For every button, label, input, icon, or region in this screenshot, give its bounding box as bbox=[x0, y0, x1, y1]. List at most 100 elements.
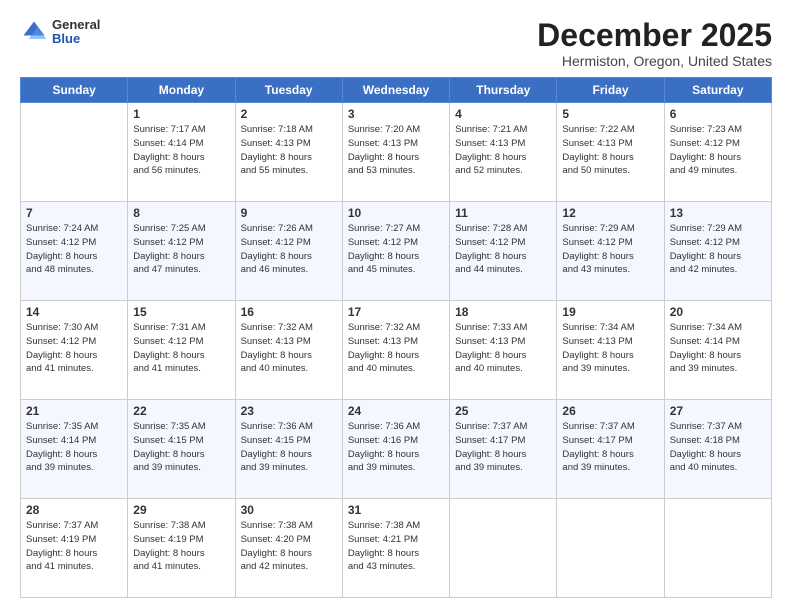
day-number: 7 bbox=[26, 206, 122, 220]
day-number: 18 bbox=[455, 305, 551, 319]
calendar-day-cell: 23 Sunrise: 7:36 AM Sunset: 4:15 PM Dayli… bbox=[235, 400, 342, 499]
calendar-header-row: SundayMondayTuesdayWednesdayThursdayFrid… bbox=[21, 78, 772, 103]
day-info: Sunrise: 7:35 AM Sunset: 4:14 PM Dayligh… bbox=[26, 420, 122, 475]
day-info: Sunrise: 7:20 AM Sunset: 4:13 PM Dayligh… bbox=[348, 123, 444, 178]
calendar-week-row: 14 Sunrise: 7:30 AM Sunset: 4:12 PM Dayli… bbox=[21, 301, 772, 400]
day-of-week-header: Friday bbox=[557, 78, 664, 103]
day-number: 5 bbox=[562, 107, 658, 121]
calendar-week-row: 21 Sunrise: 7:35 AM Sunset: 4:14 PM Dayli… bbox=[21, 400, 772, 499]
day-info: Sunrise: 7:34 AM Sunset: 4:14 PM Dayligh… bbox=[670, 321, 766, 376]
day-number: 4 bbox=[455, 107, 551, 121]
day-info: Sunrise: 7:37 AM Sunset: 4:17 PM Dayligh… bbox=[455, 420, 551, 475]
day-of-week-header: Thursday bbox=[450, 78, 557, 103]
calendar-day-cell: 11Sunrise: 7:28 AM Sunset: 4:12 PM Dayli… bbox=[450, 202, 557, 301]
calendar-day-cell: 18 Sunrise: 7:33 AM Sunset: 4:13 PM Dayli… bbox=[450, 301, 557, 400]
calendar-day-cell bbox=[450, 499, 557, 598]
calendar-day-cell: 6Sunrise: 7:23 AM Sunset: 4:12 PM Daylig… bbox=[664, 103, 771, 202]
day-info: Sunrise: 7:32 AM Sunset: 4:13 PM Dayligh… bbox=[241, 321, 337, 376]
day-number: 19 bbox=[562, 305, 658, 319]
calendar-day-cell: 27 Sunrise: 7:37 AM Sunset: 4:18 PM Dayli… bbox=[664, 400, 771, 499]
logo-text: General Blue bbox=[52, 18, 100, 47]
day-info: Sunrise: 7:34 AM Sunset: 4:13 PM Dayligh… bbox=[562, 321, 658, 376]
calendar-day-cell: 22Sunrise: 7:35 AM Sunset: 4:15 PM Dayli… bbox=[128, 400, 235, 499]
calendar-table: SundayMondayTuesdayWednesdayThursdayFrid… bbox=[20, 77, 772, 598]
header: General Blue December 2025 Hermiston, Or… bbox=[20, 18, 772, 69]
location-title: Hermiston, Oregon, United States bbox=[537, 53, 772, 69]
day-info: Sunrise: 7:26 AM Sunset: 4:12 PM Dayligh… bbox=[241, 222, 337, 277]
day-info: Sunrise: 7:36 AM Sunset: 4:16 PM Dayligh… bbox=[348, 420, 444, 475]
day-info: Sunrise: 7:23 AM Sunset: 4:12 PM Dayligh… bbox=[670, 123, 766, 178]
calendar-day-cell: 4Sunrise: 7:21 AM Sunset: 4:13 PM Daylig… bbox=[450, 103, 557, 202]
calendar-day-cell: 21 Sunrise: 7:35 AM Sunset: 4:14 PM Dayli… bbox=[21, 400, 128, 499]
calendar-day-cell: 25 Sunrise: 7:37 AM Sunset: 4:17 PM Dayli… bbox=[450, 400, 557, 499]
day-number: 21 bbox=[26, 404, 122, 418]
day-info: Sunrise: 7:33 AM Sunset: 4:13 PM Dayligh… bbox=[455, 321, 551, 376]
day-number: 2 bbox=[241, 107, 337, 121]
calendar-day-cell: 3 Sunrise: 7:20 AM Sunset: 4:13 PM Daylig… bbox=[342, 103, 449, 202]
day-of-week-header: Saturday bbox=[664, 78, 771, 103]
calendar-day-cell: 16 Sunrise: 7:32 AM Sunset: 4:13 PM Dayli… bbox=[235, 301, 342, 400]
logo-blue: Blue bbox=[52, 32, 100, 46]
calendar-day-cell: 1 Sunrise: 7:17 AM Sunset: 4:14 PM Daylig… bbox=[128, 103, 235, 202]
day-number: 30 bbox=[241, 503, 337, 517]
day-info: Sunrise: 7:29 AM Sunset: 4:12 PM Dayligh… bbox=[670, 222, 766, 277]
day-of-week-header: Monday bbox=[128, 78, 235, 103]
day-info: Sunrise: 7:37 AM Sunset: 4:18 PM Dayligh… bbox=[670, 420, 766, 475]
day-info: Sunrise: 7:37 AM Sunset: 4:19 PM Dayligh… bbox=[26, 519, 122, 574]
calendar-week-row: 7 Sunrise: 7:24 AM Sunset: 4:12 PM Daylig… bbox=[21, 202, 772, 301]
day-number: 25 bbox=[455, 404, 551, 418]
day-info: Sunrise: 7:18 AM Sunset: 4:13 PM Dayligh… bbox=[241, 123, 337, 178]
calendar-day-cell: 2 Sunrise: 7:18 AM Sunset: 4:13 PM Daylig… bbox=[235, 103, 342, 202]
calendar-day-cell: 14 Sunrise: 7:30 AM Sunset: 4:12 PM Dayli… bbox=[21, 301, 128, 400]
day-number: 1 bbox=[133, 107, 229, 121]
day-of-week-header: Sunday bbox=[21, 78, 128, 103]
day-info: Sunrise: 7:32 AM Sunset: 4:13 PM Dayligh… bbox=[348, 321, 444, 376]
calendar-day-cell: 28 Sunrise: 7:37 AM Sunset: 4:19 PM Dayli… bbox=[21, 499, 128, 598]
calendar-day-cell bbox=[664, 499, 771, 598]
day-info: Sunrise: 7:36 AM Sunset: 4:15 PM Dayligh… bbox=[241, 420, 337, 475]
calendar-day-cell: 24 Sunrise: 7:36 AM Sunset: 4:16 PM Dayli… bbox=[342, 400, 449, 499]
day-info: Sunrise: 7:31 AM Sunset: 4:12 PM Dayligh… bbox=[133, 321, 229, 376]
day-number: 29 bbox=[133, 503, 229, 517]
day-number: 26 bbox=[562, 404, 658, 418]
calendar-day-cell: 5 Sunrise: 7:22 AM Sunset: 4:13 PM Daylig… bbox=[557, 103, 664, 202]
calendar-day-cell: 9 Sunrise: 7:26 AM Sunset: 4:12 PM Daylig… bbox=[235, 202, 342, 301]
day-info: Sunrise: 7:38 AM Sunset: 4:21 PM Dayligh… bbox=[348, 519, 444, 574]
day-info: Sunrise: 7:17 AM Sunset: 4:14 PM Dayligh… bbox=[133, 123, 229, 178]
day-info: Sunrise: 7:24 AM Sunset: 4:12 PM Dayligh… bbox=[26, 222, 122, 277]
calendar-day-cell: 20Sunrise: 7:34 AM Sunset: 4:14 PM Dayli… bbox=[664, 301, 771, 400]
calendar-day-cell: 13 Sunrise: 7:29 AM Sunset: 4:12 PM Dayli… bbox=[664, 202, 771, 301]
day-number: 9 bbox=[241, 206, 337, 220]
day-number: 13 bbox=[670, 206, 766, 220]
day-number: 23 bbox=[241, 404, 337, 418]
day-number: 15 bbox=[133, 305, 229, 319]
calendar-day-cell bbox=[557, 499, 664, 598]
page: General Blue December 2025 Hermiston, Or… bbox=[0, 0, 792, 612]
day-number: 10 bbox=[348, 206, 444, 220]
calendar-day-cell: 30 Sunrise: 7:38 AM Sunset: 4:20 PM Dayli… bbox=[235, 499, 342, 598]
calendar-week-row: 1 Sunrise: 7:17 AM Sunset: 4:14 PM Daylig… bbox=[21, 103, 772, 202]
day-number: 12 bbox=[562, 206, 658, 220]
calendar-day-cell: 29 Sunrise: 7:38 AM Sunset: 4:19 PM Dayli… bbox=[128, 499, 235, 598]
day-info: Sunrise: 7:38 AM Sunset: 4:19 PM Dayligh… bbox=[133, 519, 229, 574]
day-number: 27 bbox=[670, 404, 766, 418]
day-number: 3 bbox=[348, 107, 444, 121]
day-info: Sunrise: 7:30 AM Sunset: 4:12 PM Dayligh… bbox=[26, 321, 122, 376]
day-number: 28 bbox=[26, 503, 122, 517]
day-number: 14 bbox=[26, 305, 122, 319]
title-block: December 2025 Hermiston, Oregon, United … bbox=[537, 18, 772, 69]
day-info: Sunrise: 7:25 AM Sunset: 4:12 PM Dayligh… bbox=[133, 222, 229, 277]
day-of-week-header: Tuesday bbox=[235, 78, 342, 103]
calendar-day-cell: 8Sunrise: 7:25 AM Sunset: 4:12 PM Daylig… bbox=[128, 202, 235, 301]
day-number: 17 bbox=[348, 305, 444, 319]
calendar-day-cell: 19 Sunrise: 7:34 AM Sunset: 4:13 PM Dayli… bbox=[557, 301, 664, 400]
day-info: Sunrise: 7:38 AM Sunset: 4:20 PM Dayligh… bbox=[241, 519, 337, 574]
calendar-day-cell: 12 Sunrise: 7:29 AM Sunset: 4:12 PM Dayli… bbox=[557, 202, 664, 301]
day-info: Sunrise: 7:22 AM Sunset: 4:13 PM Dayligh… bbox=[562, 123, 658, 178]
day-number: 24 bbox=[348, 404, 444, 418]
day-number: 11 bbox=[455, 206, 551, 220]
day-number: 16 bbox=[241, 305, 337, 319]
calendar-day-cell: 15 Sunrise: 7:31 AM Sunset: 4:12 PM Dayli… bbox=[128, 301, 235, 400]
day-info: Sunrise: 7:29 AM Sunset: 4:12 PM Dayligh… bbox=[562, 222, 658, 277]
day-number: 22 bbox=[133, 404, 229, 418]
